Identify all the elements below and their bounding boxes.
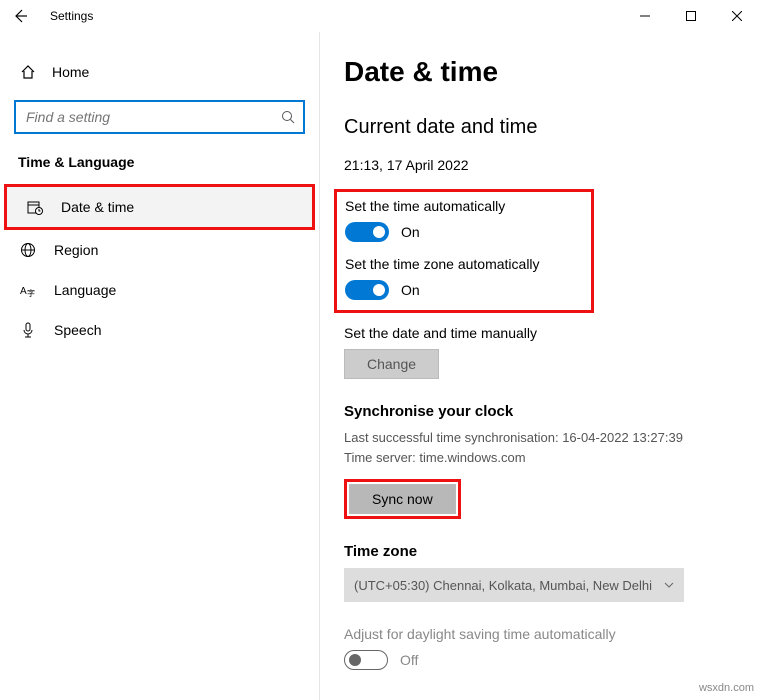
auto-time-label: Set the time automatically: [345, 198, 581, 214]
sidebar-item-speech[interactable]: Speech: [0, 310, 319, 350]
category-header: Time & Language: [0, 154, 319, 184]
sync-title: Synchronise your clock: [344, 403, 736, 420]
dst-state: Off: [400, 652, 418, 668]
search-input[interactable]: [14, 100, 305, 134]
microphone-icon: [20, 322, 36, 338]
page-title: Date & time: [344, 56, 736, 88]
minimize-icon: [640, 11, 650, 21]
home-icon: [20, 64, 36, 80]
chevron-down-icon: [664, 580, 674, 590]
content-pane: Date & time Current date and time 21:13,…: [320, 32, 760, 700]
dst-label: Adjust for daylight saving time automati…: [344, 626, 736, 642]
sidebar-item-language[interactable]: A字 Language: [0, 270, 319, 310]
dst-toggle: [344, 650, 388, 670]
maximize-button[interactable]: [668, 0, 714, 32]
auto-tz-state: On: [401, 282, 420, 298]
watermark: wsxdn.com: [699, 682, 754, 694]
close-icon: [732, 11, 742, 21]
back-button[interactable]: [0, 8, 40, 24]
auto-tz-toggle[interactable]: [345, 280, 389, 300]
svg-text:字: 字: [27, 288, 35, 298]
language-icon: A字: [20, 282, 36, 298]
home-label: Home: [52, 64, 89, 80]
sidebar-item-date-time[interactable]: Date & time: [4, 184, 315, 230]
auto-tz-label: Set the time zone automatically: [345, 256, 581, 272]
sidebar-item-label: Region: [54, 242, 98, 258]
maximize-icon: [686, 11, 696, 21]
sync-server: Time server: time.windows.com: [344, 448, 736, 468]
sync-now-button[interactable]: Sync now: [349, 484, 456, 514]
svg-text:A: A: [20, 286, 27, 297]
sidebar-item-label: Date & time: [61, 199, 134, 215]
search-icon: [281, 110, 295, 124]
titlebar: Settings: [0, 0, 760, 32]
auto-time-toggle[interactable]: [345, 222, 389, 242]
auto-time-state: On: [401, 224, 420, 240]
home-link[interactable]: Home: [0, 56, 319, 88]
section-subtitle: Current date and time: [344, 116, 736, 139]
sidebar-item-label: Language: [54, 282, 116, 298]
calendar-clock-icon: [27, 199, 43, 215]
change-button[interactable]: Change: [344, 349, 439, 379]
sidebar-item-region[interactable]: Region: [0, 230, 319, 270]
minimize-button[interactable]: [622, 0, 668, 32]
timezone-value: (UTC+05:30) Chennai, Kolkata, Mumbai, Ne…: [354, 578, 652, 593]
sync-last: Last successful time synchronisation: 16…: [344, 428, 736, 448]
sidebar: Home Time & Language Date & time Region: [0, 32, 320, 700]
arrow-left-icon: [12, 8, 28, 24]
sidebar-item-label: Speech: [54, 322, 101, 338]
window-title: Settings: [50, 9, 93, 23]
highlight-sync-button: Sync now: [344, 479, 461, 519]
highlight-auto-settings: Set the time automatically On Set the ti…: [334, 189, 594, 313]
current-datetime: 21:13, 17 April 2022: [344, 157, 736, 173]
close-button[interactable]: [714, 0, 760, 32]
timezone-dropdown: (UTC+05:30) Chennai, Kolkata, Mumbai, Ne…: [344, 568, 684, 602]
manual-label: Set the date and time manually: [344, 325, 736, 341]
globe-icon: [20, 242, 36, 258]
timezone-title: Time zone: [344, 543, 736, 560]
search-container: [14, 100, 305, 134]
